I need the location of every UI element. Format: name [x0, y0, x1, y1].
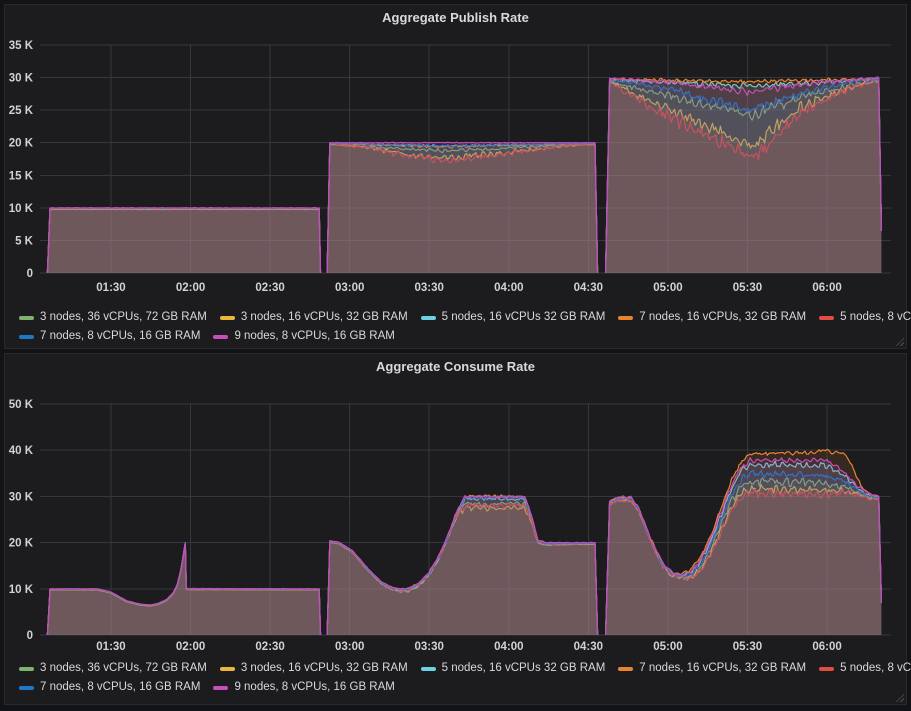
x-axis-tick-label: 04:00	[494, 641, 523, 653]
legend-item[interactable]: 7 nodes, 8 vCPUs, 16 GB RAM	[19, 678, 200, 697]
legend-row: 7 nodes, 8 vCPUs, 16 GB RAM 9 nodes, 8 vC…	[19, 327, 906, 346]
legend-color-swatch-icon	[220, 667, 235, 671]
x-axis-tick-label: 05:00	[653, 641, 682, 653]
x-axis-tick-label: 01:30	[96, 282, 125, 294]
panel-aggregate-consume-rate: Aggregate Consume Rate 0 10 K 20 K 30 K 40 K…	[4, 353, 907, 705]
x-axis-tick-label: 04:30	[574, 282, 603, 294]
legend-color-swatch-icon	[19, 335, 34, 339]
x-axis-tick-label: 06:00	[812, 641, 841, 653]
y-axis-tick-label: 35 K	[9, 40, 34, 52]
legend-item-label: 7 nodes, 16 vCPUs, 32 GB RAM	[639, 308, 806, 327]
legend-color-swatch-icon	[421, 667, 436, 671]
legend-color-swatch-icon	[19, 667, 34, 671]
legend-row: 3 nodes, 36 vCPUs, 72 GB RAM 3 nodes, 16 …	[19, 308, 906, 327]
x-axis-tick-label: 05:30	[733, 641, 762, 653]
x-axis-tick-label: 05:00	[653, 282, 682, 294]
y-axis-tick-label: 0	[27, 268, 33, 280]
legend-item[interactable]: 3 nodes, 16 vCPUs, 32 GB RAM	[220, 308, 408, 327]
x-axis-tick-label: 01:30	[96, 641, 125, 653]
legend-item-label: 3 nodes, 36 vCPUs, 72 GB RAM	[40, 308, 207, 327]
x-axis-tick-label: 02:00	[176, 641, 205, 653]
y-axis-tick-label: 40 K	[9, 445, 34, 457]
legend-item-label: 5 nodes, 16 vCPUs 32 GB RAM	[442, 659, 606, 678]
legend-item[interactable]: 7 nodes, 8 vCPUs, 16 GB RAM	[19, 327, 200, 346]
x-axis-tick-label: 03:30	[415, 282, 444, 294]
legend: 3 nodes, 36 vCPUs, 72 GB RAM 3 nodes, 16 …	[5, 307, 906, 346]
panel-title[interactable]: Aggregate Consume Rate	[5, 354, 906, 380]
legend-item-label: 7 nodes, 16 vCPUs, 32 GB RAM	[639, 659, 806, 678]
legend-color-swatch-icon	[19, 316, 34, 320]
legend-item-label: 7 nodes, 8 vCPUs, 16 GB RAM	[40, 678, 200, 697]
legend-item-label: 9 nodes, 8 vCPUs, 16 GB RAM	[234, 327, 394, 346]
legend: 3 nodes, 36 vCPUs, 72 GB RAM 3 nodes, 16 …	[5, 658, 906, 697]
legend-item[interactable]: 5 nodes, 8 vCPUs, 16 GB RAM	[819, 308, 911, 327]
y-axis-tick-label: 20 K	[9, 538, 34, 550]
legend-item[interactable]: 9 nodes, 8 vCPUs, 16 GB RAM	[213, 678, 394, 697]
consume-rate-time-series-chart[interactable]: 0 10 K 20 K 30 K 40 K 50 K 01:30 02:00 02:30 03:0…	[5, 380, 906, 658]
legend-item-label: 3 nodes, 16 vCPUs, 32 GB RAM	[241, 659, 408, 678]
y-axis-tick-label: 30 K	[9, 491, 34, 503]
legend-item-label: 5 nodes, 16 vCPUs 32 GB RAM	[442, 308, 606, 327]
y-axis-tick-label: 0	[27, 630, 33, 642]
legend-item[interactable]: 3 nodes, 36 vCPUs, 72 GB RAM	[19, 308, 207, 327]
y-axis-tick-label: 25 K	[9, 105, 34, 117]
x-axis-tick-label: 03:00	[335, 282, 364, 294]
legend-item[interactable]: 7 nodes, 16 vCPUs, 32 GB RAM	[618, 308, 806, 327]
legend-color-swatch-icon	[819, 316, 834, 320]
y-axis-tick-label: 10 K	[9, 203, 34, 215]
x-axis-tick-label: 02:30	[255, 282, 284, 294]
x-axis-tick-label: 03:00	[335, 641, 364, 653]
legend-item[interactable]: 7 nodes, 16 vCPUs, 32 GB RAM	[618, 659, 806, 678]
legend-color-swatch-icon	[213, 686, 228, 690]
y-axis-tick-label: 5 K	[15, 235, 34, 247]
x-axis-tick-label: 05:30	[733, 282, 762, 294]
legend-row: 3 nodes, 36 vCPUs, 72 GB RAM 3 nodes, 16 …	[19, 659, 906, 678]
legend-color-swatch-icon	[618, 667, 633, 671]
panel-title[interactable]: Aggregate Publish Rate	[5, 5, 906, 31]
legend-item-label: 5 nodes, 8 vCPUs, 16 GB RAM	[840, 308, 911, 327]
legend-row: 7 nodes, 8 vCPUs, 16 GB RAM 9 nodes, 8 vC…	[19, 678, 906, 697]
legend-color-swatch-icon	[819, 667, 834, 671]
y-axis-tick-label: 10 K	[9, 584, 34, 596]
y-axis-tick-label: 15 K	[9, 170, 34, 182]
legend-color-swatch-icon	[618, 316, 633, 320]
y-axis-tick-label: 20 K	[9, 138, 34, 150]
legend-item[interactable]: 5 nodes, 8 vCPUs, 16 GB RAM	[819, 659, 911, 678]
legend-item-label: 5 nodes, 8 vCPUs, 16 GB RAM	[840, 659, 911, 678]
legend-item[interactable]: 9 nodes, 8 vCPUs, 16 GB RAM	[213, 327, 394, 346]
x-axis-tick-label: 06:00	[812, 282, 841, 294]
legend-color-swatch-icon	[421, 316, 436, 320]
publish-rate-time-series-chart[interactable]: 0 5 K 10 K 15 K 20 K 25 K 30 K 35 K 01:30 02:00 02…	[5, 31, 906, 307]
x-axis-tick-label: 02:30	[255, 641, 284, 653]
x-axis-tick-label: 02:00	[176, 282, 205, 294]
legend-item-label: 9 nodes, 8 vCPUs, 16 GB RAM	[234, 678, 394, 697]
legend-item[interactable]: 5 nodes, 16 vCPUs 32 GB RAM	[421, 308, 606, 327]
legend-item[interactable]: 5 nodes, 16 vCPUs 32 GB RAM	[421, 659, 606, 678]
legend-item-label: 7 nodes, 8 vCPUs, 16 GB RAM	[40, 327, 200, 346]
legend-item-label: 3 nodes, 36 vCPUs, 72 GB RAM	[40, 659, 207, 678]
y-axis-tick-label: 30 K	[9, 73, 34, 85]
x-axis-tick-label: 03:30	[415, 641, 444, 653]
legend-color-swatch-icon	[213, 335, 228, 339]
x-axis-tick-label: 04:30	[574, 641, 603, 653]
legend-item[interactable]: 3 nodes, 36 vCPUs, 72 GB RAM	[19, 659, 207, 678]
legend-item-label: 3 nodes, 16 vCPUs, 32 GB RAM	[241, 308, 408, 327]
x-axis-tick-label: 04:00	[494, 282, 523, 294]
legend-color-swatch-icon	[19, 686, 34, 690]
panel-aggregate-publish-rate: Aggregate Publish Rate 0 5 K 10 K 15 K 20 K 2…	[4, 4, 907, 349]
y-axis-tick-label: 50 K	[9, 399, 34, 411]
legend-item[interactable]: 3 nodes, 16 vCPUs, 32 GB RAM	[220, 659, 408, 678]
legend-color-swatch-icon	[220, 316, 235, 320]
